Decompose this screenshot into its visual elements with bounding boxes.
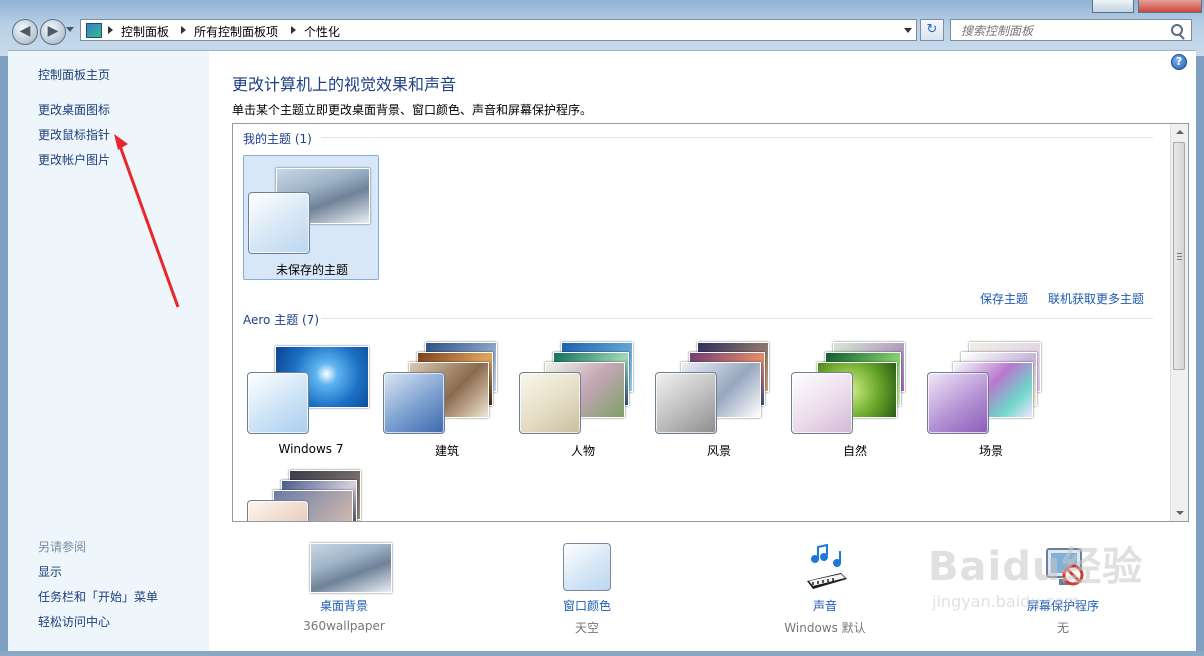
task-pane: 控制面板主页 更改桌面图标 更改鼠标指针 更改帐户图片 另请参阅 显示 任务栏和… [8, 50, 209, 652]
theme-label: 场景 [978, 444, 1003, 458]
see-also-heading: 另请参阅 [38, 540, 87, 554]
window-color-glass [927, 372, 989, 434]
theme-list[interactable]: 我的主题 (1) 未保存的主题 保存主题 联机获取更多主题 Aero 主题 (7… [232, 123, 1189, 522]
page-subtitle: 单击某个主题立即更改桌面背景、窗口颜色、声音和屏幕保护程序。 [232, 103, 593, 117]
sound-setting[interactable]: 声音 Windows 默认 [745, 541, 905, 636]
page-title: 更改计算机上的视觉效果和声音 [232, 75, 457, 94]
window-color-glass [383, 372, 445, 434]
theme-tile-characters[interactable]: 人物 [515, 336, 651, 461]
recent-pages-dropdown[interactable] [66, 27, 74, 32]
ease-of-access-link[interactable]: 轻松访问中心 [38, 613, 110, 630]
save-theme-link[interactable]: 保存主题 [980, 290, 1028, 307]
setting-value: 360wallpaper [303, 619, 385, 633]
theme-tile-architecture[interactable]: 建筑 [379, 336, 515, 461]
setting-label: 屏幕保护程序 [1026, 599, 1099, 613]
taskbar-start-menu-link[interactable]: 任务栏和「开始」菜单 [38, 588, 158, 605]
window-bottom-edge [0, 651, 1204, 656]
theme-label: 人物 [570, 444, 595, 458]
theme-label: 自然 [842, 444, 867, 458]
theme-label: Windows 7 [278, 442, 344, 456]
setting-value: 天空 [574, 621, 599, 635]
theme-label: 风景 [706, 444, 731, 458]
search-box[interactable] [950, 19, 1192, 41]
window-color-swatch [563, 543, 611, 591]
wallpaper-thumbnail [310, 543, 392, 593]
theme-label: 建筑 [434, 444, 459, 458]
control-panel-home-link[interactable]: 控制面板主页 [38, 66, 110, 83]
back-button[interactable]: ◀ [12, 19, 38, 45]
breadcrumb-chevron-icon[interactable] [181, 26, 186, 34]
screensaver-setting[interactable]: 屏幕保护程序 无 [983, 541, 1143, 636]
scroll-down-icon[interactable] [1176, 511, 1184, 515]
group-divider [321, 137, 1153, 138]
theme-tile-scenes[interactable]: 场景 [923, 336, 1059, 461]
address-bar[interactable]: 控制面板 所有控制面板项 个性化 [80, 19, 917, 41]
breadcrumb-chevron-icon[interactable] [108, 26, 113, 34]
breadcrumb-personalization[interactable]: 个性化 [304, 23, 340, 40]
display-link[interactable]: 显示 [38, 563, 62, 580]
help-icon[interactable]: ? [1171, 54, 1187, 70]
window-color-setting[interactable]: 窗口颜色 天空 [507, 541, 667, 636]
get-more-themes-link[interactable]: 联机获取更多主题 [1048, 290, 1144, 307]
scroll-up-icon[interactable] [1176, 130, 1184, 134]
setting-label: 窗口颜色 [562, 599, 611, 613]
close-button[interactable] [1138, 0, 1202, 13]
theme-tile-windows7[interactable]: Windows 7 [243, 336, 379, 461]
theme-tile-unsaved[interactable]: 未保存的主题 [243, 155, 379, 280]
sound-icon [807, 543, 847, 589]
window-color-glass [247, 500, 309, 521]
setting-value: 无 [1056, 621, 1069, 635]
setting-label: 声音 [812, 599, 837, 613]
control-panel-icon [86, 23, 102, 38]
theme-label: 未保存的主题 [275, 263, 348, 277]
theme-tile-seventh[interactable] [243, 464, 379, 521]
main-pane: ? 更改计算机上的视觉效果和声音 单击某个主题立即更改桌面背景、窗口颜色、声音和… [209, 50, 1196, 652]
address-dropdown-icon[interactable] [904, 28, 912, 33]
theme-tile-landscapes[interactable]: 风景 [651, 336, 787, 461]
window-color-glass [791, 372, 853, 434]
screensaver-icon [1046, 548, 1084, 586]
scroll-thumb[interactable] [1173, 142, 1185, 370]
aero-themes-heading: Aero 主题 (7) [243, 313, 320, 327]
breadcrumb-control-panel[interactable]: 控制面板 [121, 23, 169, 40]
change-account-picture-link[interactable]: 更改帐户图片 [38, 151, 110, 168]
search-icon[interactable] [1171, 24, 1183, 36]
change-desktop-icons-link[interactable]: 更改桌面图标 [38, 101, 110, 118]
vertical-scrollbar[interactable] [1170, 124, 1188, 521]
navigation-bar: ◀ ▶ 控制面板 所有控制面板项 个性化 ↻ [0, 0, 1204, 56]
minimize-button[interactable] [1092, 0, 1134, 13]
window-color-glass [519, 372, 581, 434]
breadcrumb-chevron-icon[interactable] [291, 26, 296, 34]
setting-value: Windows 默认 [784, 621, 866, 635]
breadcrumb-all-items[interactable]: 所有控制面板项 [194, 23, 278, 40]
search-input[interactable] [959, 21, 1163, 41]
window-color-glass [248, 192, 310, 254]
setting-label: 桌面背景 [319, 599, 368, 613]
window-color-glass [247, 372, 309, 434]
group-divider [321, 318, 1153, 319]
change-mouse-pointers-link[interactable]: 更改鼠标指针 [38, 126, 110, 143]
my-themes-heading: 我的主题 (1) [243, 132, 312, 146]
forward-button[interactable]: ▶ [40, 19, 66, 45]
grip-icon [1177, 253, 1182, 254]
refresh-button[interactable]: ↻ [920, 19, 944, 41]
theme-tile-nature[interactable]: 自然 [787, 336, 923, 461]
desktop-background-setting[interactable]: 桌面背景 360wallpaper [264, 541, 424, 636]
window-color-glass [655, 372, 717, 434]
